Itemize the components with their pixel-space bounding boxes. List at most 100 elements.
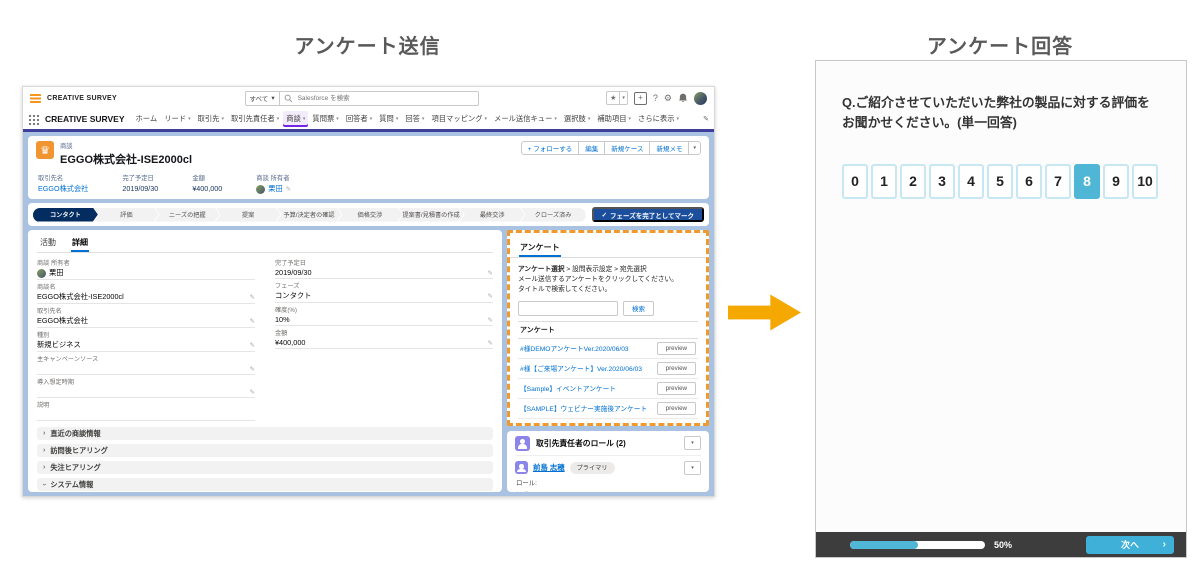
path-stage[interactable]: 予算/決定者の確認 bbox=[277, 208, 342, 222]
avatar bbox=[37, 268, 46, 278]
nav-item[interactable]: メール送信キュー ▾ bbox=[491, 111, 560, 127]
rating-button[interactable]: 7 bbox=[1045, 163, 1071, 199]
nav-item[interactable]: リード ▾ bbox=[161, 111, 193, 127]
contact-role-icon bbox=[515, 435, 530, 451]
nav-item[interactable]: 項目マッピング ▾ bbox=[428, 111, 490, 127]
survey-preview-button[interactable]: preview bbox=[656, 401, 696, 415]
edit-pencil-icon[interactable]: ✎ bbox=[488, 292, 493, 300]
detail-field-value: 2019/09/30 bbox=[275, 268, 312, 277]
help-icon[interactable]: ? bbox=[653, 93, 658, 103]
survey-title-search-input[interactable] bbox=[518, 300, 618, 316]
path-stage[interactable]: 提案書/見積書の作成 bbox=[398, 208, 463, 222]
path-stage[interactable]: 最終交渉 bbox=[460, 208, 525, 222]
more-actions-caret-button[interactable]: ▾ bbox=[688, 141, 701, 155]
chevron-down-icon: ▾ bbox=[421, 116, 425, 122]
collapsible-section-header[interactable]: › 直近の商談情報 bbox=[37, 427, 493, 440]
edit-pencil-icon[interactable]: ✎ bbox=[250, 365, 255, 373]
nav-item[interactable]: 補助項目 ▾ bbox=[594, 111, 634, 127]
survey-panel-tab[interactable]: アンケート bbox=[519, 242, 561, 257]
rating-button[interactable]: 8 bbox=[1074, 163, 1100, 199]
survey-preview-button[interactable]: preview bbox=[656, 361, 696, 375]
nav-item[interactable]: 回答者 ▾ bbox=[343, 111, 375, 127]
detail-tab[interactable]: 活動 bbox=[39, 234, 57, 252]
card-menu-caret-button[interactable]: ▾ bbox=[684, 436, 701, 451]
detail-tab[interactable]: 詳細 bbox=[71, 234, 89, 252]
rating-button[interactable]: 0 bbox=[842, 163, 868, 199]
rating-button[interactable]: 10 bbox=[1132, 163, 1158, 199]
nav-item[interactable]: 取引先 ▾ bbox=[195, 111, 227, 127]
highlight-field: 取引先名 EGGO株式会社 ✎ bbox=[38, 173, 88, 194]
rating-button[interactable]: 2 bbox=[900, 163, 926, 199]
next-button[interactable]: 次へ › bbox=[1086, 535, 1174, 554]
survey-search-button[interactable]: 検索 bbox=[623, 300, 654, 316]
highlight-field: 商談 所有者 栗田 ✎ bbox=[256, 173, 291, 194]
nav-item[interactable]: 回答 ▾ bbox=[402, 111, 427, 127]
chevron-right-icon: › bbox=[1162, 539, 1166, 550]
edit-pencil-icon[interactable]: ✎ bbox=[286, 185, 291, 193]
rating-button[interactable]: 4 bbox=[958, 163, 984, 199]
nav-item[interactable]: 商談 ▾ bbox=[283, 111, 309, 127]
path-stage[interactable]: 価格交渉 bbox=[337, 208, 402, 222]
progress-percent-label: 50% bbox=[994, 539, 1013, 550]
edit-pencil-icon[interactable]: ✎ bbox=[488, 316, 493, 324]
edit-pencil-icon[interactable]: ✎ bbox=[488, 269, 493, 277]
survey-title-link[interactable]: 【SAMPLE】ウェビナー実施後アンケート bbox=[520, 403, 653, 413]
setup-gear-icon[interactable]: ⚙ bbox=[664, 93, 672, 104]
record-action-button[interactable]: + フォローする bbox=[520, 141, 580, 155]
row-menu-caret-button[interactable]: ▾ bbox=[684, 460, 701, 475]
rating-button[interactable]: 9 bbox=[1103, 163, 1129, 199]
nav-item[interactable]: 選択肢 ▾ bbox=[561, 111, 593, 127]
edit-pencil-icon[interactable]: ✎ bbox=[250, 317, 255, 325]
survey-list-row: 【SAMPLE】ウェビナー実施後アンケート preview bbox=[518, 399, 698, 419]
nav-item[interactable]: 質問票 ▾ bbox=[309, 111, 341, 127]
rating-button[interactable]: 1 bbox=[871, 163, 897, 199]
record-action-button[interactable]: 新規メモ bbox=[649, 141, 690, 155]
highlight-field: 金額 ¥400,000 ✎ bbox=[192, 173, 222, 194]
path-stage[interactable]: クローズ済み bbox=[520, 207, 586, 222]
notifications-bell-icon[interactable] bbox=[678, 93, 688, 103]
survey-list-header: アンケート bbox=[518, 322, 698, 339]
collapsible-section-header[interactable]: › 訪問後ヒアリング bbox=[37, 444, 493, 457]
path-stage[interactable]: ニーズの把握 bbox=[155, 208, 220, 222]
crm-content: ♛ 商談 EGGO株式会社-ISE2000cl + フォローする 編集 新規ケース新… bbox=[23, 132, 714, 496]
nav-item[interactable]: ホーム ▾ bbox=[133, 111, 161, 127]
survey-title-link[interactable]: #様【ご来場アンケート】Ver.2020/06/03 bbox=[520, 363, 653, 373]
detail-field-label: 商談 所有者 bbox=[37, 260, 70, 267]
favorites-control[interactable]: ★ ▾ bbox=[606, 91, 628, 105]
check-icon: ✓ bbox=[601, 211, 608, 219]
rating-button[interactable]: 3 bbox=[929, 163, 955, 199]
collapsible-section-header[interactable]: › システム情報 bbox=[37, 478, 493, 491]
path-stage[interactable]: コンタクト bbox=[33, 208, 98, 222]
path-stage[interactable]: 評価 bbox=[94, 208, 159, 222]
edit-page-pencil-icon[interactable]: ✎ bbox=[703, 115, 709, 123]
global-actions-icon[interactable]: + bbox=[633, 91, 647, 105]
mark-phase-complete-button[interactable]: ✓ フェーズを完了としてマーク bbox=[591, 207, 704, 222]
nav-item[interactable]: 取引先責任者 ▾ bbox=[228, 111, 282, 127]
record-action-button[interactable]: 編集 bbox=[578, 141, 606, 155]
survey-list-row: 【Sample】イベントアンケート preview bbox=[518, 379, 698, 399]
edit-pencil-icon[interactable]: ✎ bbox=[250, 388, 255, 396]
rating-button[interactable]: 5 bbox=[987, 163, 1013, 199]
detail-field-label: 導入想定時期 bbox=[37, 379, 75, 386]
search-scope-select[interactable]: すべて ▾ bbox=[244, 90, 280, 106]
path-stage[interactable]: 提案 bbox=[216, 208, 281, 222]
contact-name-link[interactable]: 前島 志穂 bbox=[533, 462, 565, 473]
edit-pencil-icon[interactable]: ✎ bbox=[250, 341, 255, 349]
user-avatar[interactable] bbox=[694, 91, 707, 105]
survey-preview-button[interactable]: preview bbox=[656, 381, 696, 395]
rating-button[interactable]: 6 bbox=[1016, 163, 1042, 199]
nav-item[interactable]: 質問 ▾ bbox=[376, 111, 401, 127]
chevron-right-icon: › bbox=[40, 483, 48, 486]
detail-field-label: 取引先名 bbox=[37, 308, 62, 315]
collapsible-section-header[interactable]: › 失注ヒアリング bbox=[37, 461, 493, 474]
survey-title-link[interactable]: 【Sample】イベントアンケート bbox=[520, 383, 653, 393]
record-action-button[interactable]: 新規ケース bbox=[604, 141, 651, 155]
global-search-input[interactable] bbox=[295, 93, 474, 103]
edit-pencil-icon[interactable]: ✎ bbox=[250, 293, 255, 301]
field-label: 商談 所有者 bbox=[256, 175, 290, 182]
nav-item[interactable]: さらに表示 ▾ bbox=[635, 111, 682, 127]
app-launcher-waffle-icon[interactable] bbox=[28, 113, 39, 125]
edit-pencil-icon[interactable]: ✎ bbox=[488, 339, 493, 347]
survey-title-link[interactable]: #様DEMOアンケートVer.2020/06/03 bbox=[520, 343, 653, 353]
survey-preview-button[interactable]: preview bbox=[656, 341, 696, 355]
